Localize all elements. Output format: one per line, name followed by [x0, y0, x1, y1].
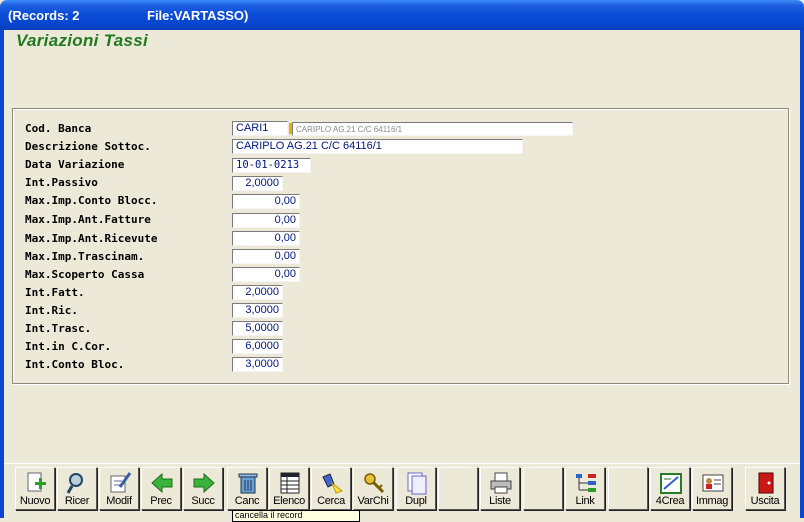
int-trasc-input[interactable]: 5,0000 [232, 321, 283, 336]
empty-button-2 [523, 467, 563, 510]
prec-label: Prec [150, 495, 172, 507]
max-trascinam-input[interactable]: 0,00 [232, 249, 300, 264]
list-icon [280, 472, 300, 494]
duplicate-icon [407, 472, 427, 495]
label-max-ant-fatture: Max.Imp.Ant.Fatture [25, 213, 151, 226]
create-icon [660, 473, 682, 494]
prec-button[interactable]: Prec [141, 467, 181, 510]
cod-banca-input[interactable]: CARI1 [232, 121, 288, 136]
varchi-button[interactable]: VarChi [353, 467, 393, 510]
link-button[interactable]: Link [565, 467, 605, 510]
int-passivo-input[interactable]: 2,0000 [232, 176, 283, 191]
dupl-label: Dupl [405, 495, 427, 507]
crea-button[interactable]: 4Crea [650, 467, 690, 510]
cerca-button[interactable]: Cerca [311, 467, 351, 510]
nuovo-label: Nuovo [19, 495, 51, 507]
cod-banca-lookup: CARIPLO AG.21 C/C 64116/1 [292, 122, 573, 136]
search-icon [66, 473, 83, 494]
max-scoperto-input[interactable]: 0,00 [232, 267, 300, 282]
link-label: Link [575, 495, 595, 507]
crea-label: 4Crea [655, 495, 685, 507]
empty-button-1 [438, 467, 478, 510]
ricer-button[interactable]: Ricer [57, 467, 97, 510]
label-int-conto-bloc: Int.Conto Bloc. [25, 358, 125, 371]
max-ant-fatture-input[interactable]: 0,00 [232, 213, 300, 228]
label-descrizione: Descrizione Sottoc. [25, 140, 151, 153]
flashlight-icon [322, 473, 344, 494]
label-cod-banca: Cod. Banca [25, 122, 92, 135]
image-card-icon [702, 474, 724, 492]
immag-label: Immag [695, 495, 729, 507]
cerca-label: Cerca [317, 495, 345, 507]
label-max-scoperto: Max.Scoperto Cassa [25, 268, 145, 281]
label-int-ccor: Int.in C.Cor. [25, 340, 112, 353]
printer-icon [490, 472, 512, 494]
liste-label: Liste [489, 495, 511, 507]
label-max-conto-blocc: Max.Imp.Conto Blocc. [25, 194, 158, 207]
label-int-fatt: Int.Fatt. [25, 286, 85, 299]
arrow-left-icon [151, 472, 173, 494]
varchi-label: VarChi [357, 495, 389, 507]
exit-door-icon [758, 472, 774, 494]
label-int-ric: Int.Ric. [25, 304, 78, 317]
label-max-ant-ricevute: Max.Imp.Ant.Ricevute [25, 232, 158, 245]
empty-button-3 [608, 467, 648, 510]
max-ant-ricevute-input[interactable]: 0,00 [232, 231, 300, 246]
label-data-variazione: Data Variazione [25, 158, 125, 171]
link-tree-icon [576, 474, 596, 492]
label-int-trasc: Int.Trasc. [25, 322, 92, 335]
dupl-button[interactable]: Dupl [396, 467, 436, 510]
form-title: Variazioni Tassi [16, 31, 149, 50]
key-icon [364, 473, 385, 494]
label-max-trascinam: Max.Imp.Trascinam. [25, 250, 145, 263]
succ-button[interactable]: Succ [183, 467, 223, 510]
file-name: File:VARTASSO) [147, 8, 249, 23]
int-fatt-input[interactable]: 2,0000 [232, 285, 283, 300]
label-int-passivo: Int.Passivo [25, 176, 98, 189]
elenco-button[interactable]: Elenco [269, 467, 309, 510]
uscita-label: Uscita [750, 495, 780, 507]
ricer-label: Ricer [64, 495, 90, 507]
liste-button[interactable]: Liste [480, 467, 520, 510]
title-bar: (Records: 2 File:VARTASSO) [0, 0, 804, 30]
immag-button[interactable]: Immag [692, 467, 732, 510]
canc-button[interactable]: Canc [227, 467, 267, 510]
records-count: (Records: 2 [8, 8, 80, 23]
canc-label: Canc [234, 495, 260, 507]
new-document-icon [27, 472, 46, 492]
uscita-button[interactable]: Uscita [745, 467, 785, 510]
tooltip: cancella il record [232, 510, 360, 522]
max-conto-blocc-input[interactable]: 0,00 [232, 194, 300, 209]
int-ric-input[interactable]: 3,0000 [232, 303, 283, 318]
int-ccor-input[interactable]: 6,0000 [232, 339, 283, 354]
window-frame-left [0, 30, 4, 518]
descrizione-input[interactable]: CARIPLO AG.21 C/C 64116/1 [232, 139, 523, 154]
trash-icon [238, 473, 258, 494]
succ-label: Succ [191, 495, 215, 507]
int-conto-bloc-input[interactable]: 3,0000 [232, 357, 283, 372]
data-variazione-input[interactable]: 10-01-0213 [232, 158, 311, 173]
nuovo-button[interactable]: Nuovo [15, 467, 55, 510]
arrow-right-icon [193, 472, 215, 494]
elenco-label: Elenco [273, 495, 305, 507]
edit-icon [110, 472, 132, 493]
modif-button[interactable]: Modif [99, 467, 139, 510]
modif-label: Modif [106, 495, 132, 507]
window-frame-right [800, 30, 804, 518]
